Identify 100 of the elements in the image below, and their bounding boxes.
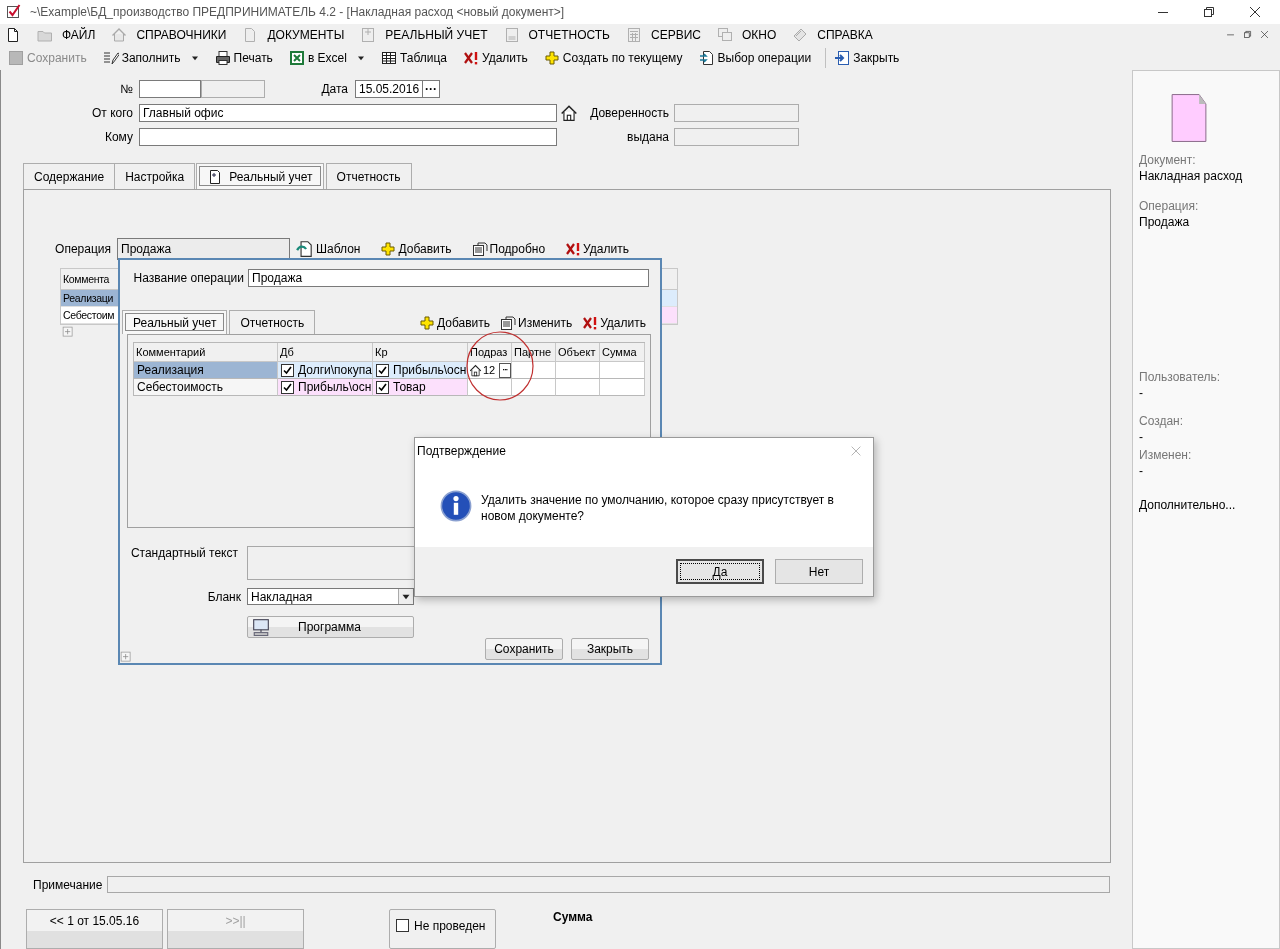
new-document-icon[interactable]	[5, 26, 21, 43]
close-icon[interactable]	[1247, 4, 1263, 20]
menu-item[interactable]: РЕАЛЬНЫЙ УЧЕТ	[360, 26, 488, 43]
table-cell	[512, 379, 556, 396]
tab[interactable]: Реальный учет	[122, 310, 228, 334]
toolbar-button[interactable]: Выбор операции	[696, 49, 814, 66]
menu-item[interactable]: СПРАВОЧНИКИ	[111, 26, 227, 43]
dialog-button[interactable]: Сохранить	[485, 638, 563, 660]
toolbar-button[interactable]: Печать	[212, 49, 275, 66]
toolbar-button[interactable]: Добавить	[380, 241, 452, 257]
tab[interactable]: Содержание	[23, 163, 116, 189]
checkbox-label: Не проведен	[414, 919, 486, 933]
toolbar-button[interactable]: Подробно	[471, 241, 546, 257]
house-icon[interactable]	[560, 104, 578, 122]
info-label: Операция:	[1139, 198, 1200, 214]
ellipsis-button[interactable]: ···	[423, 80, 440, 98]
dropdown-caret-icon[interactable]	[398, 589, 413, 604]
column-header: Объект	[556, 343, 600, 362]
info-label: Пользователь:	[1139, 369, 1222, 385]
input-field[interactable]: Продажа	[117, 238, 290, 260]
info-value: -	[1139, 385, 1144, 401]
toolbar-button[interactable]: Шаблон	[296, 240, 361, 258]
editing-cell[interactable]: 12 ···	[468, 362, 512, 379]
info-value: -	[1139, 429, 1144, 445]
toolbar-button[interactable]: Изменить	[500, 315, 573, 331]
dialog-button[interactable]: Да	[676, 559, 764, 584]
checkbox[interactable]	[376, 363, 389, 377]
input-field	[201, 80, 265, 98]
toolbar-button[interactable]: Создать по текущему	[541, 49, 685, 66]
info-label: Создан:	[1139, 413, 1185, 429]
input-field[interactable]: Продажа	[248, 269, 649, 287]
table-cell[interactable]	[468, 379, 512, 396]
toolbar-button[interactable]: Заполнить	[100, 49, 183, 66]
input-field[interactable]	[139, 80, 201, 98]
ellipsis-button[interactable]: ···	[499, 362, 511, 378]
menu-item[interactable]: ОТЧЕТНОСТЬ	[503, 26, 610, 43]
column-header: Подраз	[468, 343, 512, 362]
document-edit-icon	[500, 315, 517, 331]
menu-item[interactable]: СПРАВКА	[792, 26, 873, 43]
delete-icon	[582, 315, 599, 331]
table-cell	[512, 362, 556, 379]
more-link[interactable]: Дополнительно...	[1139, 497, 1279, 513]
checkbox[interactable]	[396, 919, 409, 932]
toolbar-button[interactable]: Удалить	[582, 315, 646, 331]
date-field[interactable]: 15.05.2016	[355, 80, 423, 98]
info-label: Изменен:	[1139, 447, 1193, 463]
table-cell	[600, 362, 645, 379]
field-label: Стандартный текст	[129, 546, 238, 562]
toolbar-button[interactable]: Удалить	[461, 49, 530, 66]
checkbox[interactable]	[281, 363, 294, 377]
toolbar-button[interactable]: Удалить	[565, 241, 629, 257]
table-icon	[380, 49, 397, 66]
menu-item[interactable]: ФАЙЛ	[37, 26, 96, 43]
plus-icon	[419, 315, 435, 331]
restore-icon[interactable]	[1201, 4, 1217, 20]
spreadsheet-icon	[288, 49, 305, 66]
toolbar-button[interactable]: Закрыть	[832, 49, 902, 66]
account-cell[interactable]: Прибыль\осн	[373, 362, 468, 379]
dialog-title: Подтверждение	[417, 444, 506, 458]
tab[interactable]: Реальный учет	[196, 163, 324, 189]
account-name: Товар	[393, 378, 426, 396]
table-cell	[556, 362, 600, 379]
toolbar-button[interactable]: Добавить	[419, 315, 491, 331]
menu-item[interactable]: ДОКУМЕНТЫ	[242, 26, 345, 43]
table-cell[interactable]: Реализация	[134, 362, 278, 379]
tab[interactable]: Настройка	[114, 163, 196, 189]
info-value: Накладная расход	[1139, 168, 1244, 184]
cell-value: 12	[483, 362, 496, 378]
account-name: Долги\покупа	[298, 361, 372, 379]
input-field[interactable]	[139, 128, 557, 146]
tab[interactable]: Отчетность	[229, 310, 316, 334]
tab[interactable]: Отчетность	[325, 163, 412, 189]
menu-item[interactable]: СЕРВИС	[626, 26, 701, 43]
field-label: выдана	[626, 130, 669, 144]
input-field[interactable]: Главный офис	[139, 104, 557, 122]
checkbox[interactable]	[281, 380, 294, 394]
dialog-button[interactable]: Нет	[775, 559, 863, 584]
input-field[interactable]	[107, 876, 1110, 893]
delete-icon	[565, 241, 582, 257]
table-cell	[600, 379, 645, 396]
delete-icon	[463, 49, 479, 66]
dropdown[interactable]: Накладная	[247, 588, 414, 605]
account-cell[interactable]: Товар	[373, 379, 468, 396]
column-header: Комментарий	[134, 343, 278, 362]
exit-icon	[834, 49, 851, 66]
column-header: Дб	[278, 343, 373, 362]
toolbar-button[interactable]: в Excel	[286, 49, 349, 66]
account-cell[interactable]: Долги\покупа	[278, 362, 373, 379]
program-button[interactable]: Программа	[247, 616, 414, 638]
checkbox[interactable]	[376, 380, 389, 394]
account-cell[interactable]: Прибыль\осн	[278, 379, 373, 396]
save-icon	[8, 49, 24, 66]
menu-item[interactable]: ОКНО	[716, 26, 777, 43]
info-value: -	[1139, 463, 1144, 479]
account-name: Прибыль\осн	[393, 361, 467, 379]
dropdown-value: Накладная	[251, 589, 313, 604]
table-cell[interactable]: Себестоимость	[134, 379, 278, 396]
dialog-button[interactable]: Закрыть	[571, 638, 649, 660]
previous-button[interactable]: << 1 от 15.05.16	[26, 909, 163, 949]
toolbar-button[interactable]: Таблица	[378, 49, 449, 66]
